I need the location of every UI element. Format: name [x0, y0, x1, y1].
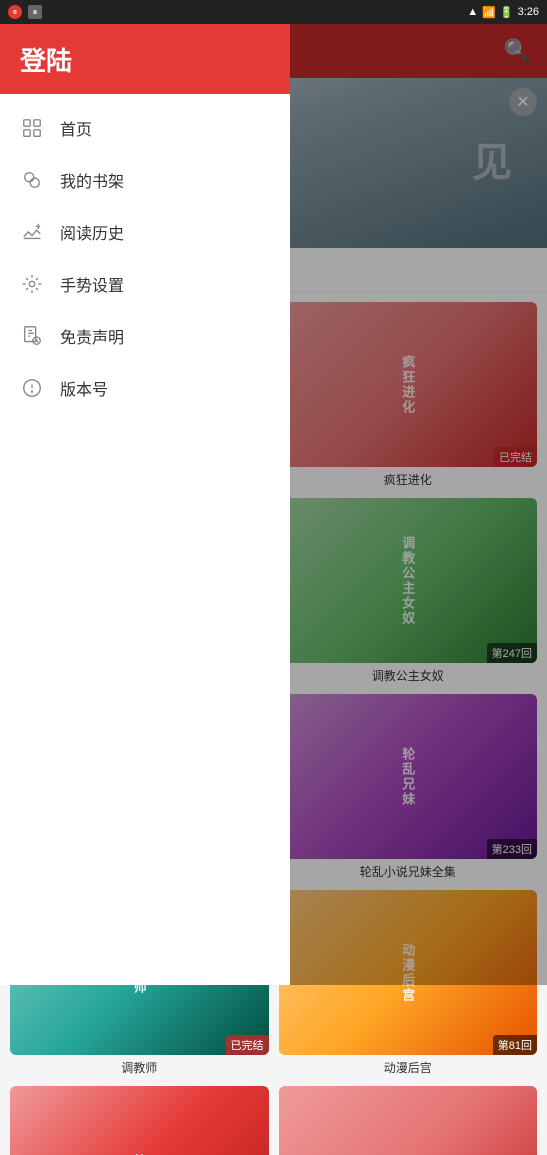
book-badge-8: 第81回 — [493, 1035, 537, 1055]
menu-item-disclaimer[interactable]: 免责声明 — [0, 310, 290, 362]
status-icons: ▲ 📶 🔋 3:26 — [467, 6, 539, 19]
menu-item-history[interactable]: 阅读历史 — [0, 206, 290, 258]
book-cell-9[interactable]: 第三 第3回 — [10, 1086, 269, 1155]
book-cover-10 — [279, 1086, 538, 1155]
menu-item-version[interactable]: 版本号 — [0, 362, 290, 414]
disclaimer-icon — [20, 324, 44, 348]
book-cell-10[interactable]: 已完结 — [279, 1086, 538, 1155]
menu-label-disclaimer: 免责声明 — [60, 324, 124, 348]
history-icon — [20, 220, 44, 244]
app-icons: e a — [8, 5, 42, 19]
drawer: 登陆 首页 — [0, 24, 290, 985]
book-cover-9: 第三 — [10, 1086, 269, 1155]
drawer-header: 登陆 — [0, 24, 290, 94]
status-bar: e a ▲ 📶 🔋 3:26 — [0, 0, 547, 24]
book-title-7: 调教师 — [10, 1055, 269, 1076]
gesture-icon — [20, 272, 44, 296]
menu-label-home: 首页 — [60, 116, 92, 140]
menu-item-home[interactable]: 首页 — [0, 102, 290, 154]
menu-item-gesture[interactable]: 手势设置 — [0, 258, 290, 310]
book-title-8: 动漫后宫 — [279, 1055, 538, 1076]
home-icon — [20, 116, 44, 140]
app-icon-a: a — [28, 5, 42, 19]
drawer-menu: 首页 我的书架 — [0, 94, 290, 985]
wifi-icon: ▲ — [467, 6, 478, 18]
menu-item-bookshelf[interactable]: 我的书架 — [0, 154, 290, 206]
menu-label-gesture: 手势设置 — [60, 272, 124, 296]
drawer-title: 登陆 — [20, 41, 72, 78]
bookshelf-icon — [20, 168, 44, 192]
book-card-9[interactable]: 第三 第3回 — [10, 1086, 269, 1155]
menu-label-history: 阅读历史 — [60, 220, 124, 244]
book-card-10[interactable]: 已完结 — [279, 1086, 538, 1155]
version-icon — [20, 376, 44, 400]
menu-label-version: 版本号 — [60, 376, 108, 400]
app-icon-e: e — [8, 5, 22, 19]
clock: 3:26 — [518, 6, 539, 18]
battery-icon: 🔋 — [500, 6, 514, 19]
signal-icon: 📶 — [482, 6, 496, 19]
drawer-overlay[interactable]: 登陆 首页 — [0, 24, 547, 985]
book-badge-7: 已完结 — [226, 1035, 269, 1055]
menu-label-bookshelf: 我的书架 — [60, 168, 124, 192]
